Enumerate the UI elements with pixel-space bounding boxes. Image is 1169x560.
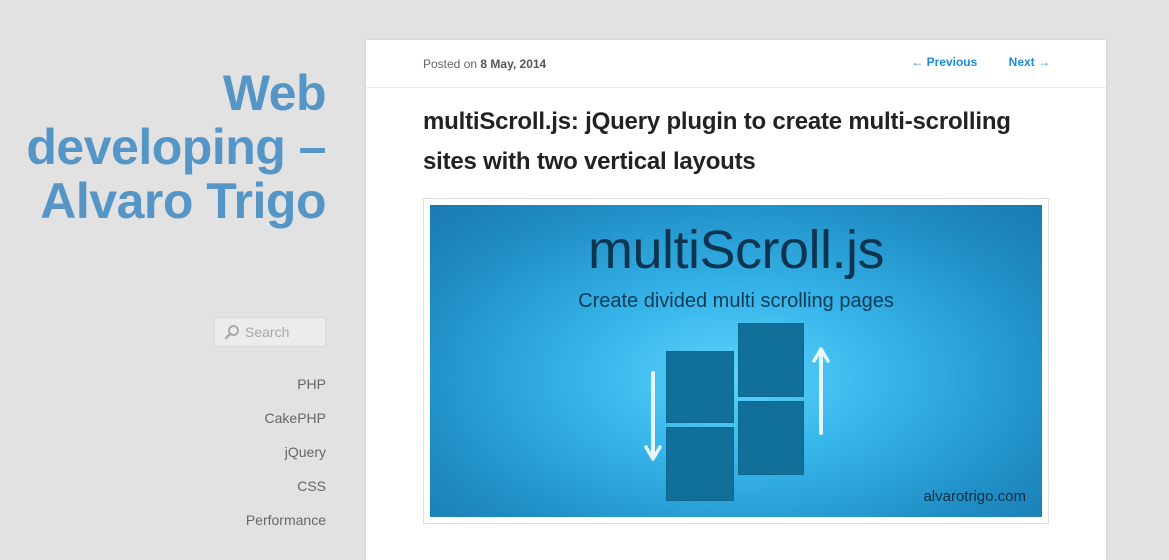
post-meta-bar: Posted on 8 May, 2014 ← Previous Next → [366, 40, 1106, 88]
nav-item-performance[interactable]: Performance [246, 512, 326, 528]
post-title[interactable]: multiScroll.js: jQuery plugin to create … [423, 102, 1043, 182]
right-block-bottom [738, 401, 804, 475]
image-watermark: alvarotrigo.com [923, 488, 1026, 505]
post-article: Posted on 8 May, 2014 ← Previous Next → … [366, 40, 1106, 560]
nav-item-css[interactable]: CSS [297, 478, 326, 494]
down-arrow-icon [644, 371, 662, 461]
search-icon [222, 322, 242, 342]
left-block-bottom [666, 427, 734, 501]
post-navigation: ← Previous Next → [911, 55, 1050, 69]
site-title[interactable]: Web developing – Alvaro Trigo [16, 66, 326, 228]
nav-item-php[interactable]: PHP [297, 376, 326, 392]
category-nav: PHP CakePHP jQuery CSS Performance [246, 375, 326, 545]
featured-image[interactable]: multiScroll.js Create divided multi scro… [430, 205, 1042, 517]
previous-link[interactable]: ← Previous [911, 55, 977, 69]
sidebar: Web developing – Alvaro Trigo PHP CakePH… [0, 0, 326, 536]
featured-image-frame: multiScroll.js Create divided multi scro… [423, 198, 1049, 524]
search-box[interactable] [214, 317, 326, 347]
nav-item-jquery[interactable]: jQuery [285, 444, 326, 460]
nav-item-cakephp[interactable]: CakePHP [265, 410, 326, 426]
image-headline: multiScroll.js [587, 220, 885, 280]
image-subheadline: Create divided multi scrolling pages [578, 290, 894, 312]
left-block-top [666, 351, 734, 423]
posted-on: Posted on 8 May, 2014 [423, 57, 546, 71]
next-link[interactable]: Next → [1009, 55, 1050, 69]
up-arrow-icon [812, 347, 830, 435]
posted-prefix: Posted on [423, 57, 478, 71]
post-date[interactable]: 8 May, 2014 [480, 57, 546, 71]
right-block-top [738, 323, 804, 397]
search-input[interactable] [242, 324, 325, 340]
